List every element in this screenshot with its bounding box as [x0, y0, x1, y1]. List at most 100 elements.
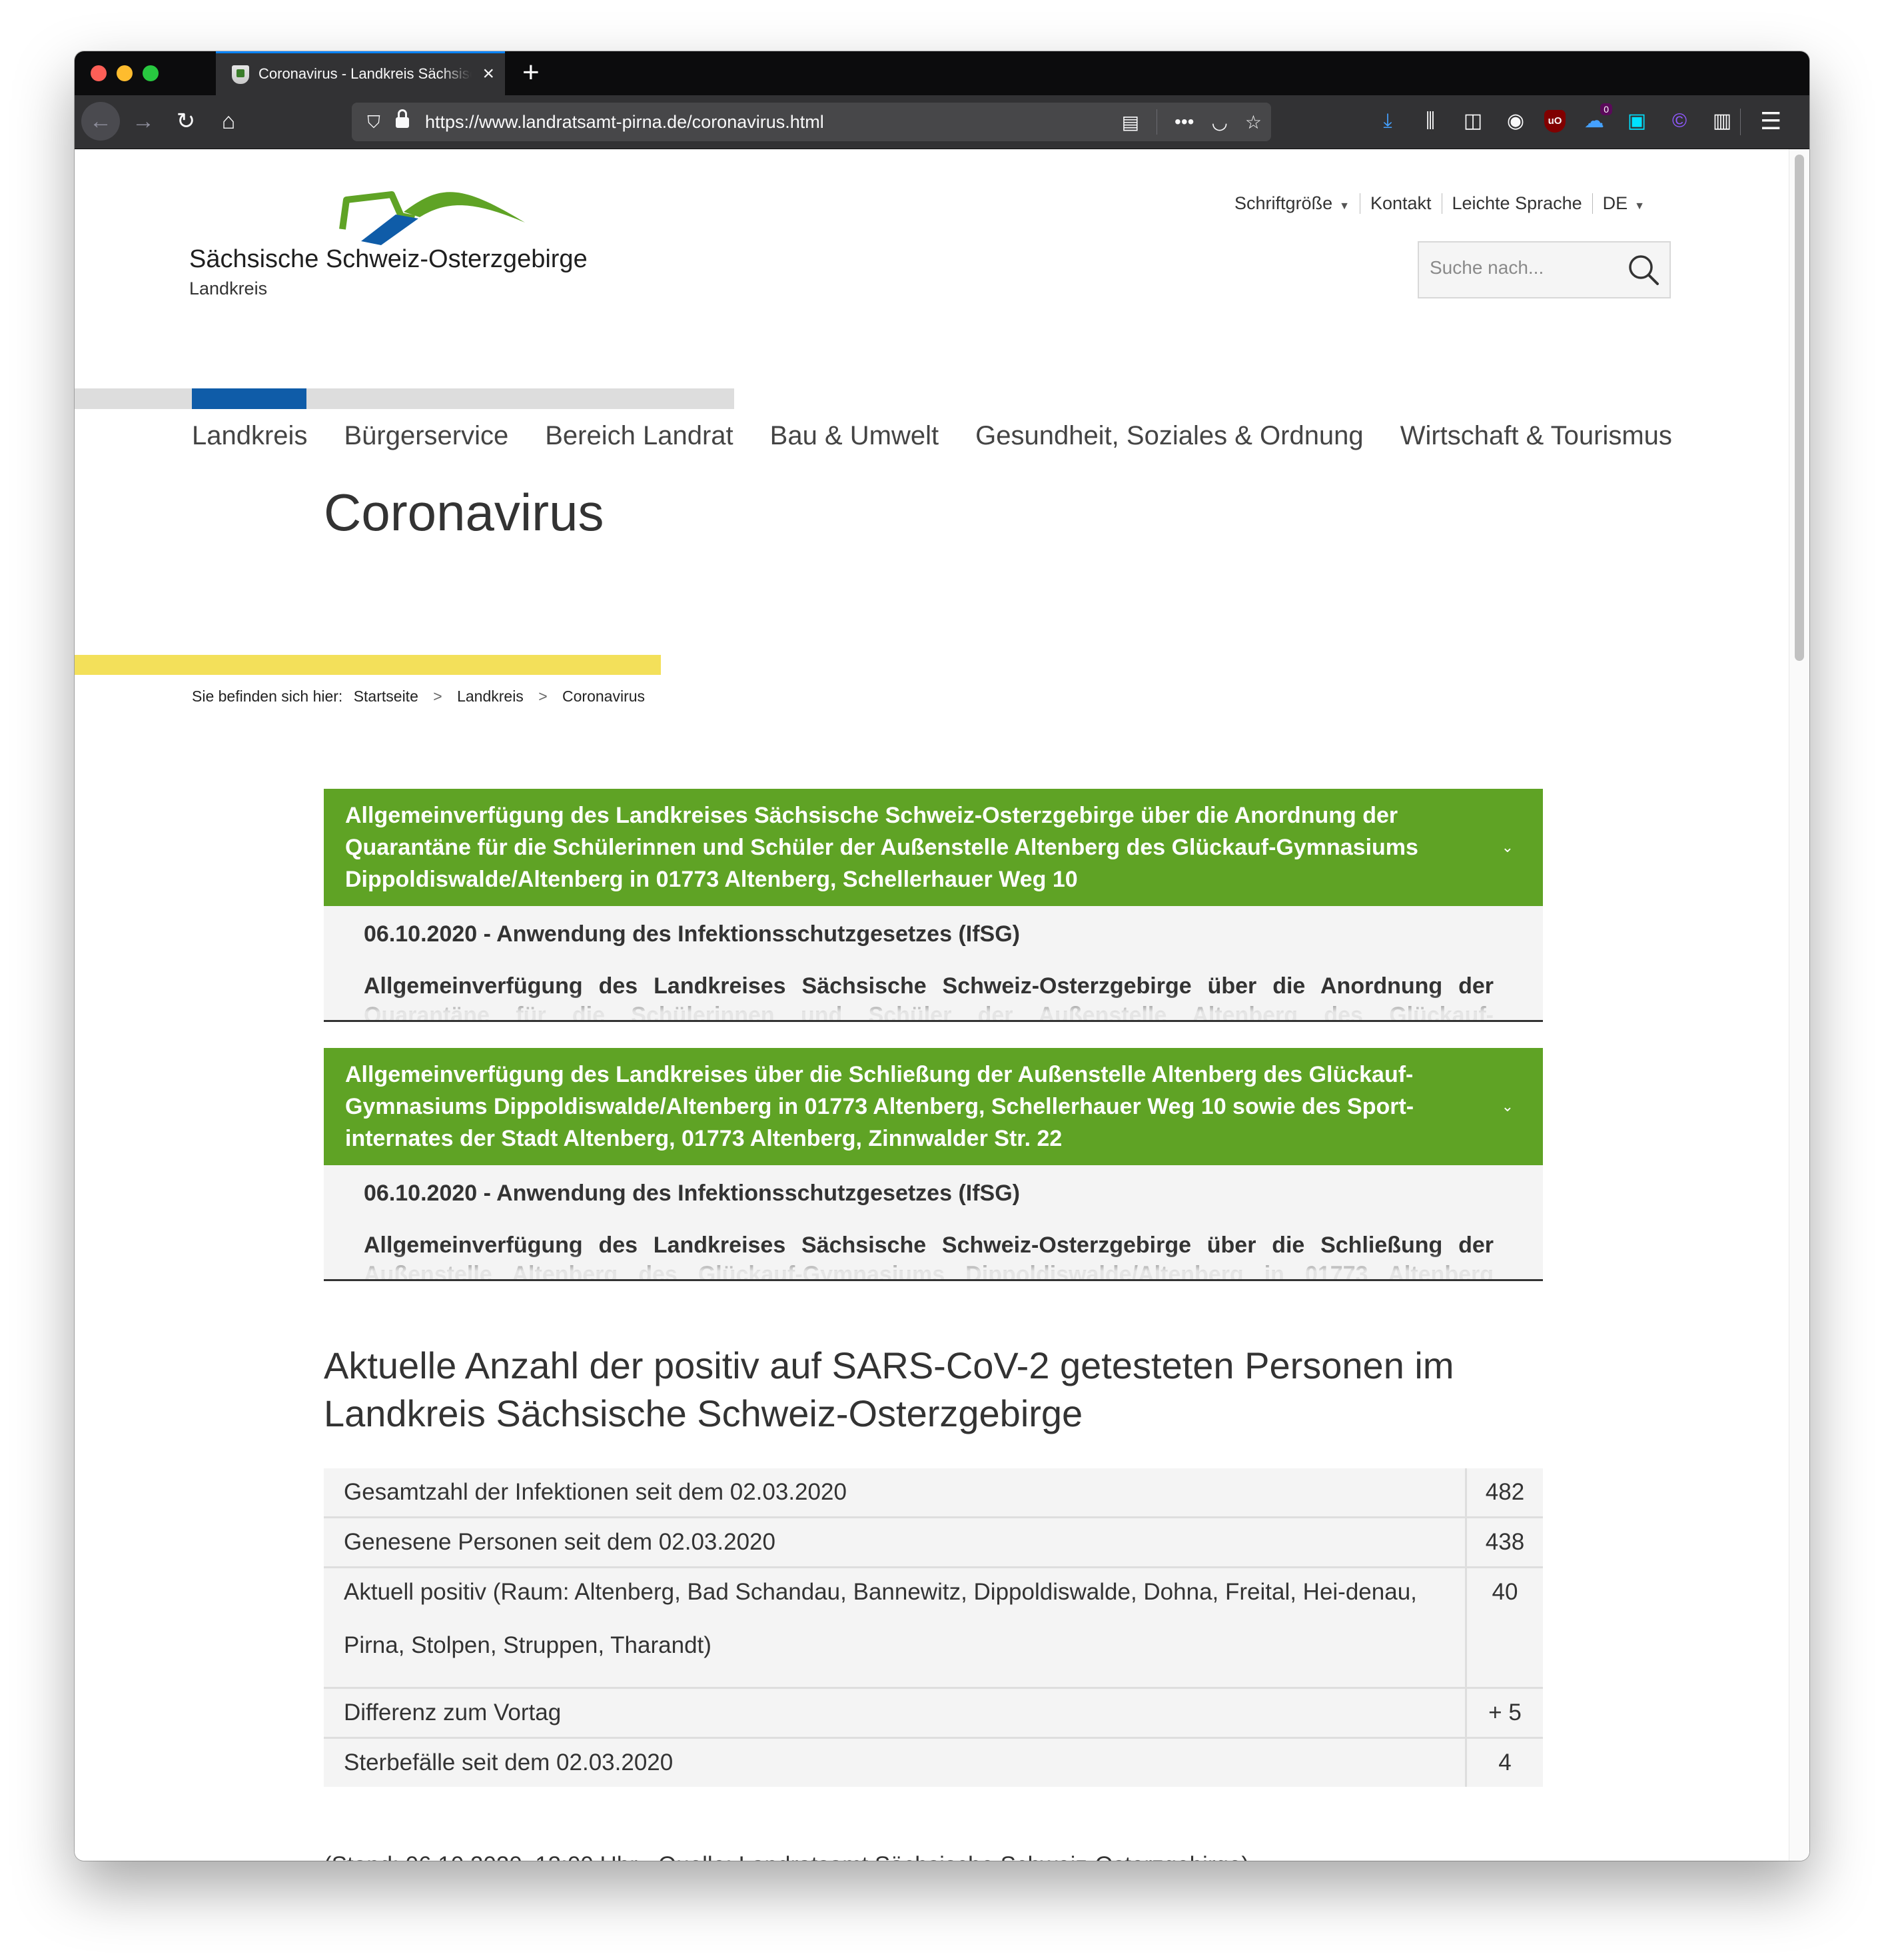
lock-icon[interactable]: [396, 109, 409, 129]
extension-badge: 0: [1600, 103, 1612, 115]
page-title: Coronavirus: [324, 483, 604, 542]
stats-label: Differenz zum Vortag: [324, 1688, 1466, 1739]
search-input[interactable]: Suche nach...: [1430, 257, 1544, 278]
tracking-shield-icon[interactable]: ⛉: [362, 111, 385, 133]
breadcrumb-separator: >: [538, 688, 548, 705]
source-note: (Stand: 06.10.2020, 13:00 Uhr - Quelle: …: [324, 1852, 1249, 1861]
language-menu[interactable]: DE ▼: [1592, 193, 1655, 214]
main-nav-item-bau-umwelt[interactable]: Bau & Umwelt: [770, 421, 939, 451]
stats-label: Genesene Personen seit dem 02.03.2020: [324, 1517, 1466, 1568]
cloud-extension-icon[interactable]: ☁ 0: [1580, 103, 1612, 135]
contact-link[interactable]: Kontakt: [1359, 193, 1442, 214]
stats-value: 4: [1465, 1737, 1543, 1787]
zoom-window-button[interactable]: [143, 65, 159, 81]
breadcrumb-item-startseite[interactable]: Startseite: [354, 688, 418, 705]
reload-icon[interactable]: ↻: [167, 102, 205, 141]
back-arrow-icon[interactable]: ←: [81, 102, 120, 141]
breadcrumb-item-current: Coronavirus: [562, 688, 646, 705]
page-actions-icon[interactable]: •••: [1175, 111, 1194, 133]
minimize-window-button[interactable]: [117, 65, 133, 81]
main-nav-item-landkreis[interactable]: Landkreis: [192, 421, 307, 451]
preview-fade: [324, 993, 1543, 1020]
tab-title: Coronavirus - Landkreis Sächsische Schwe…: [258, 65, 472, 82]
accordion-heading: Allgemeinverfügung des Landkreises über …: [345, 1062, 1414, 1151]
account-icon[interactable]: ◉: [1502, 107, 1530, 135]
table-row: Genesene Personen seit dem 02.03.2020 43…: [324, 1517, 1543, 1568]
breadcrumb-item-landkreis[interactable]: Landkreis: [457, 688, 524, 705]
vertical-scrollbar[interactable]: [1789, 149, 1809, 1861]
table-row: Differenz zum Vortag + 5: [324, 1688, 1543, 1739]
url-text[interactable]: https://www.landratsamt-pirna.de/coronav…: [425, 112, 824, 133]
accordion-header[interactable]: Allgemeinverfügung des Landkreises über …: [324, 1048, 1543, 1165]
logo-subtitle: Landkreis: [189, 278, 268, 298]
chevron-down-icon: ▼: [1339, 201, 1350, 212]
url-bar[interactable]: ⛉ https://www.landratsamt-pirna.de/coron…: [352, 103, 1271, 141]
navigation-toolbar: ← → ↻ ⌂ ⛉ https://www.landratsamt-pirna.…: [75, 95, 1809, 149]
reader-view-icon[interactable]: ▤: [1122, 111, 1139, 133]
save-extension-icon[interactable]: ▣: [1623, 107, 1651, 135]
chevron-down-icon: ▼: [1634, 201, 1645, 212]
accordion-quarantaene: Allgemeinverfügung des Landkreises Sächs…: [324, 789, 1543, 1022]
stats-label: Sterbefälle seit dem 02.03.2020: [324, 1737, 1466, 1787]
trash-extension-icon[interactable]: ▥: [1708, 107, 1736, 135]
table-row: Gesamtzahl der Infektionen seit dem 02.0…: [324, 1468, 1543, 1518]
easy-language-link[interactable]: Leichte Sprache: [1441, 193, 1592, 214]
tab-close-icon[interactable]: ×: [482, 63, 494, 85]
font-size-label: Schriftgröße: [1234, 193, 1333, 213]
home-icon[interactable]: ⌂: [209, 102, 248, 141]
stats-value: 482: [1465, 1468, 1543, 1518]
preview-fade: [324, 1252, 1543, 1279]
stats-value: 438: [1465, 1517, 1543, 1568]
ublock-icon[interactable]: uO: [1544, 110, 1566, 133]
site-logo[interactable]: Sächsische Schweiz-Osterzgebirge Landkre…: [189, 188, 656, 308]
logo-mark-icon: [339, 191, 525, 245]
stats-label-line: Pirna, Stolpen, Struppen, Tharandt): [344, 1632, 711, 1658]
accordion-header[interactable]: Allgemeinverfügung des Landkreises Sächs…: [324, 789, 1543, 906]
accordion-date-line: 06.10.2020 - Anwendung des Infektionssch…: [364, 921, 1020, 947]
hamburger-menu-icon[interactable]: ☰: [1760, 103, 1781, 139]
stats-value: 40: [1465, 1567, 1543, 1689]
main-nav-item-gesundheit[interactable]: Gesundheit, Soziales & Ordnung: [975, 421, 1364, 451]
stats-label-line: Aktuell positiv (Raum: Altenberg, Bad Sc…: [344, 1579, 1417, 1605]
close-window-button[interactable]: [91, 65, 107, 81]
chevron-down-icon: ⌄: [1501, 839, 1514, 855]
table-row: Sterbefälle seit dem 02.03.2020 4: [324, 1737, 1543, 1787]
new-tab-button[interactable]: +: [522, 57, 540, 89]
search-icon[interactable]: [1626, 252, 1661, 288]
main-nav-item-wirtschaft[interactable]: Wirtschaft & Tourismus: [1400, 421, 1672, 451]
title-accent-strip: [75, 655, 661, 675]
pocket-icon[interactable]: ◡: [1211, 111, 1227, 133]
font-size-menu[interactable]: Schriftgröße ▼: [1224, 193, 1360, 214]
main-nav-item-buergerservice[interactable]: Bürgerservice: [344, 421, 508, 451]
accordion-schliessung: Allgemeinverfügung des Landkreises über …: [324, 1048, 1543, 1281]
accordion-date-line: 06.10.2020 - Anwendung des Infektionssch…: [364, 1181, 1020, 1206]
library-icon[interactable]: ⫼: [1416, 107, 1444, 135]
main-nav-item-bereich-landrat[interactable]: Bereich Landrat: [545, 421, 733, 451]
scrollbar-thumb[interactable]: [1795, 155, 1804, 661]
tab-bar: Coronavirus - Landkreis Sächsische Schwe…: [75, 51, 1809, 95]
sidebar-icon[interactable]: ◫: [1459, 107, 1487, 135]
bookmark-star-icon[interactable]: ☆: [1245, 111, 1262, 133]
table-row: Aktuell positiv (Raum: Altenberg, Bad Sc…: [324, 1567, 1543, 1689]
screenshot-canvas: Coronavirus - Landkreis Sächsische Schwe…: [0, 0, 1884, 1960]
stats-table: Gesamtzahl der Infektionen seit dem 02.0…: [324, 1468, 1543, 1787]
breadcrumb-separator: >: [433, 688, 442, 705]
page-viewport: Sächsische Schweiz-Osterzgebirge Landkre…: [75, 149, 1809, 1861]
search-box[interactable]: Suche nach...: [1418, 241, 1671, 298]
active-tab[interactable]: Coronavirus - Landkreis Sächsische Schwe…: [216, 51, 505, 95]
download-icon[interactable]: ⤓: [1374, 107, 1402, 135]
accordion-preview: 06.10.2020 - Anwendung des Infektionssch…: [324, 906, 1543, 1022]
breadcrumb-prefix: Sie befinden sich hier:: [192, 688, 343, 705]
nav-indicator-strip: [75, 388, 734, 409]
toolbar-separator: [1740, 109, 1741, 135]
utility-nav: Schriftgröße ▼ Kontakt Leichte Sprache DE…: [1224, 193, 1655, 214]
stats-heading: Aktuelle Anzahl der positiv auf SARS-CoV…: [324, 1344, 1454, 1434]
toolbar-icons: ⤓ ⫼ ◫ ◉ uO ☁ 0 ▣ © ▥: [1374, 102, 1736, 141]
copyright-extension-icon[interactable]: ©: [1665, 107, 1693, 135]
logo-title: Sächsische Schweiz-Osterzgebirge: [189, 245, 588, 273]
url-actions: ▤ ••• ◡ ☆: [1122, 108, 1262, 136]
forward-arrow-icon[interactable]: →: [124, 102, 163, 141]
breadcrumb: Sie befinden sich hier: Startseite > Lan…: [192, 688, 645, 706]
active-nav-indicator: [192, 388, 306, 409]
accordion-heading: Allgemeinverfügung des Landkreises Sächs…: [345, 803, 1418, 892]
